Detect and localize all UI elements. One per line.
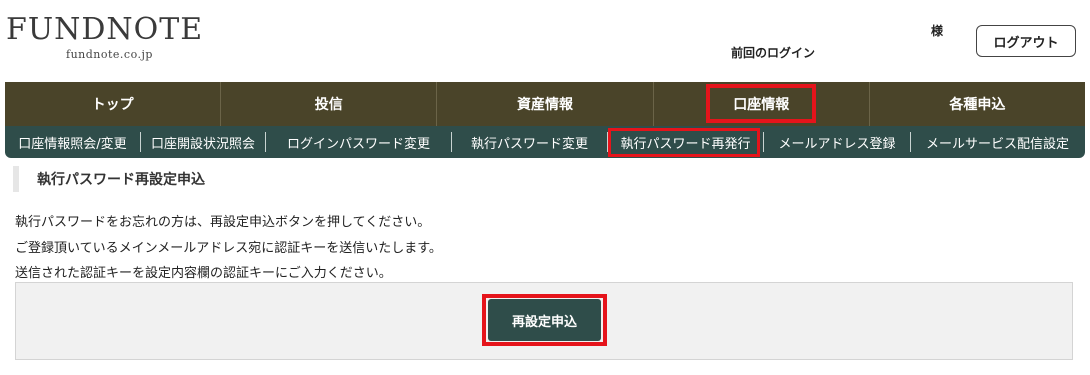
sub-nav-mail-service-settings[interactable]: メールサービス配信設定: [911, 126, 1084, 158]
user-honorific: 様: [931, 24, 944, 38]
main-nav-top[interactable]: トップ: [5, 82, 222, 126]
section-title-bar: [13, 166, 19, 192]
instruction-line-2: ご登録頂いているメインメールアドレス宛に認証キーを送信いたします。: [15, 241, 442, 256]
sub-nav-opening-status[interactable]: 口座開設状況照会: [141, 126, 265, 158]
fundnote-logo[interactable]: FUNDNOTE fundnote.co.jp: [6, 12, 204, 62]
logout-button[interactable]: ログアウト: [976, 25, 1076, 57]
main-nav-funds[interactable]: 投信: [221, 82, 438, 126]
main-nav-assets[interactable]: 資産情報: [437, 82, 654, 126]
sub-nav-login-password-change[interactable]: ログインパスワード変更: [266, 126, 451, 158]
section-title: 執行パスワード再設定申込: [13, 166, 205, 192]
instruction-line-3: 送信された認証キーを設定内容欄の認証キーにご入力ください。: [15, 266, 392, 281]
sub-nav-account-inquiry[interactable]: 口座情報照会/変更: [5, 126, 140, 158]
sub-nav: 口座情報照会/変更 口座開設状況照会 ログインパスワード変更 執行パスワード変更…: [5, 126, 1085, 158]
sub-nav-trade-password-reissue[interactable]: 執行パスワード再発行: [608, 126, 763, 158]
page-title: 執行パスワード再設定申込: [37, 172, 205, 188]
main-nav: トップ 投信 資産情報 口座情報 各種申込: [5, 82, 1085, 126]
logo-domain: fundnote.co.jp: [66, 48, 153, 61]
header: FUNDNOTE fundnote.co.jp 様 前回のログイン ログアウト: [0, 0, 1090, 82]
reissue-request-button[interactable]: 再設定申込: [488, 299, 601, 341]
sub-nav-trade-password-change[interactable]: 執行パスワード変更: [452, 126, 607, 158]
main-nav-applications[interactable]: 各種申込: [870, 82, 1085, 126]
logo-text: FUNDNOTE: [6, 12, 204, 47]
last-login-label: 前回のログイン: [731, 46, 816, 60]
instruction-line-1: 執行パスワードをお忘れの方は、再設定申込ボタンを押してください。: [15, 215, 431, 230]
main-nav-account-info[interactable]: 口座情報: [654, 82, 870, 126]
sub-nav-email-registration[interactable]: メールアドレス登録: [764, 126, 910, 158]
